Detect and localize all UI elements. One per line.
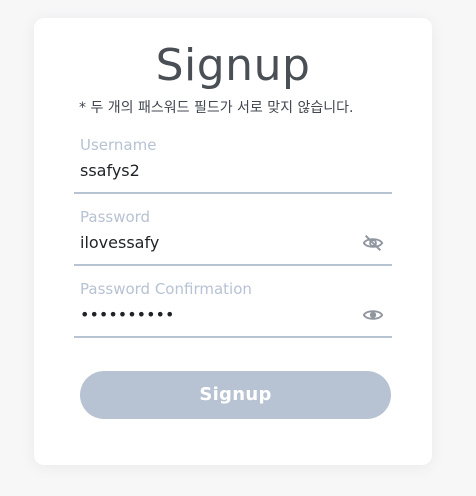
eye-icon[interactable]: [362, 304, 384, 326]
password-confirmation-field[interactable]: Password Confirmation ••••••••••: [74, 280, 392, 338]
password-confirmation-input[interactable]: ••••••••••: [80, 304, 350, 326]
password-mismatch-warning: * 두 개의 패스워드 필드가 서로 맞지 않습니다.: [79, 100, 354, 116]
page-title: Signup: [155, 40, 311, 91]
username-input[interactable]: ssafys2: [80, 160, 350, 182]
signup-button[interactable]: Signup: [80, 371, 391, 419]
password-field[interactable]: Password ilovessafy: [74, 208, 392, 266]
password-input[interactable]: ilovessafy: [80, 232, 350, 254]
password-confirmation-label: Password Confirmation: [80, 280, 252, 298]
username-field[interactable]: Username ssafys2: [74, 136, 392, 194]
username-label: Username: [80, 136, 157, 154]
password-label: Password: [80, 208, 151, 226]
signup-card: Signup * 두 개의 패스워드 필드가 서로 맞지 않습니다. Usern…: [34, 18, 432, 465]
eye-off-icon[interactable]: [362, 232, 384, 254]
